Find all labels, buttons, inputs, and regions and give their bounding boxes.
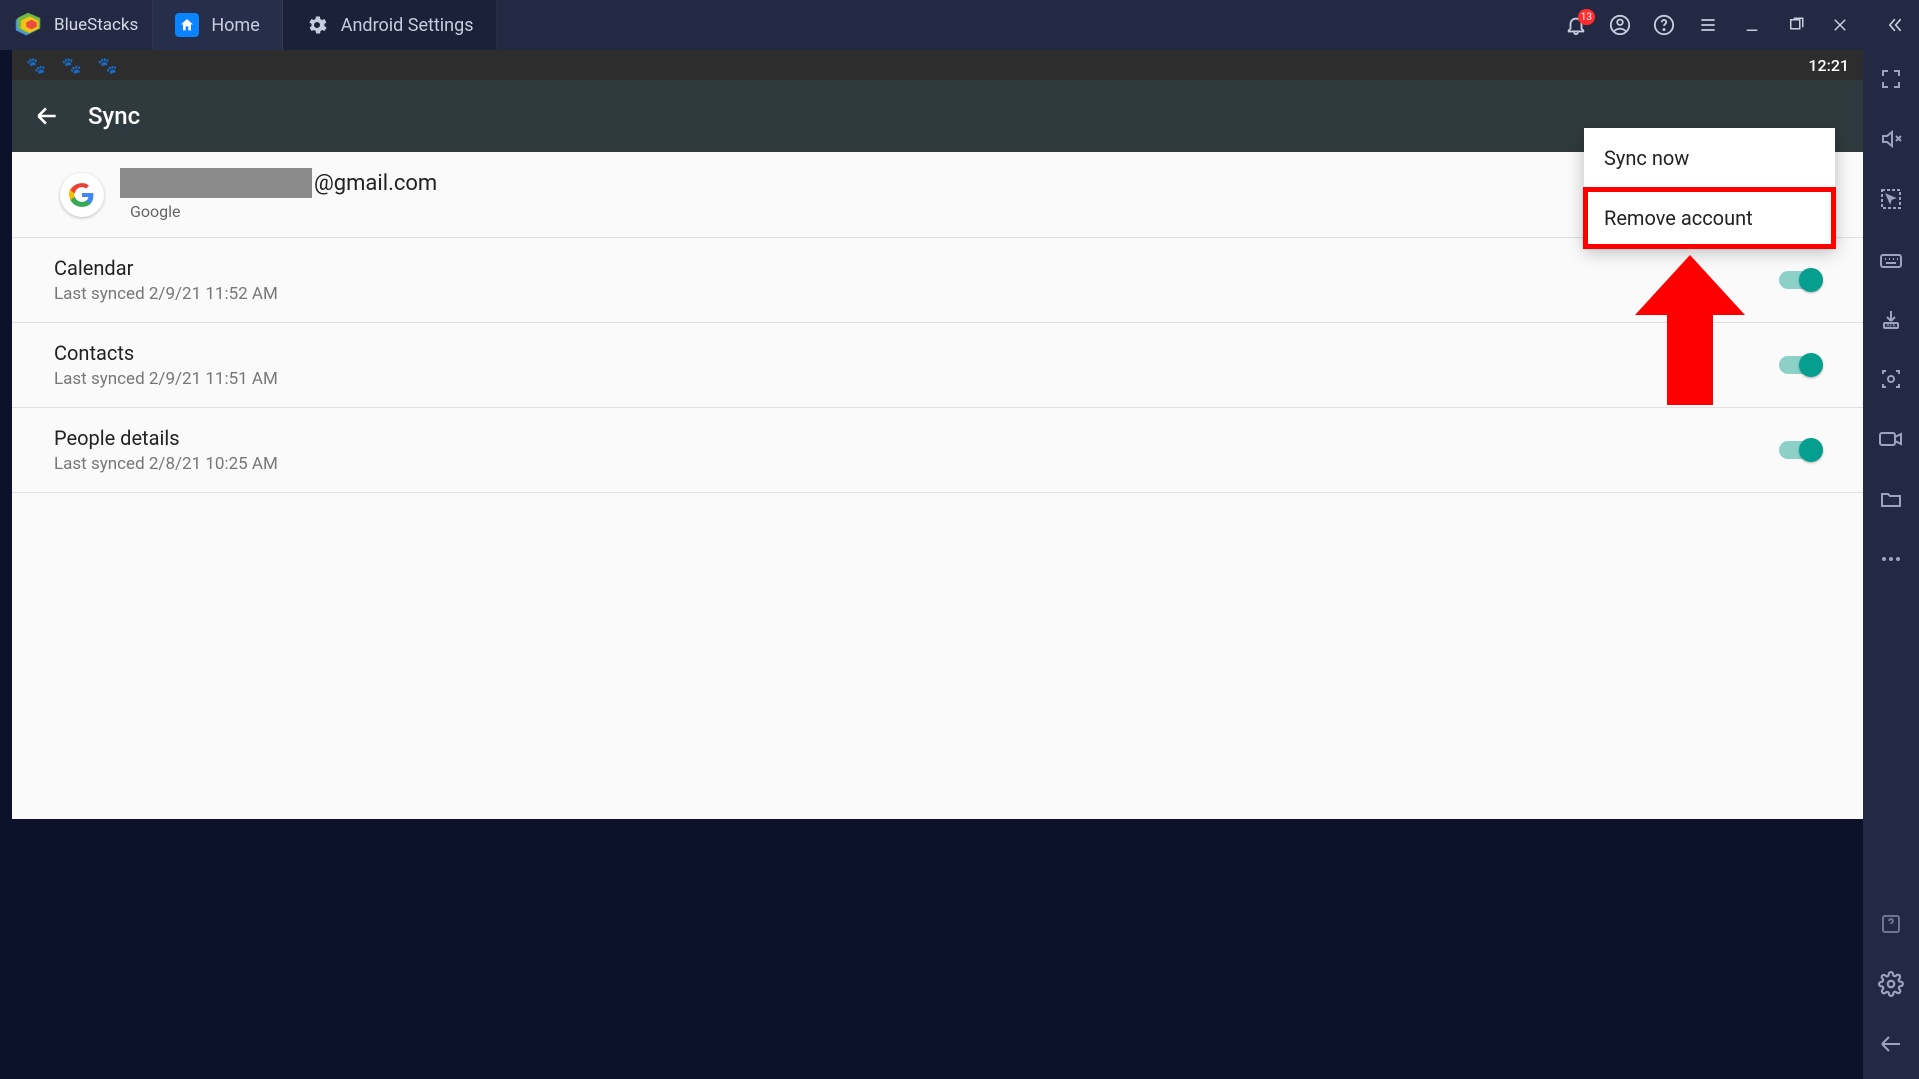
account-button[interactable]: [1607, 12, 1633, 38]
media-folder-button[interactable]: [1876, 484, 1906, 514]
volume-mute-button[interactable]: [1876, 124, 1906, 154]
status-time: 12:21: [1808, 56, 1849, 75]
menu-button[interactable]: [1695, 12, 1721, 38]
sync-title: Calendar: [54, 256, 1779, 280]
guide-button[interactable]: [1876, 909, 1906, 939]
google-logo-icon: [60, 173, 104, 217]
maximize-button[interactable]: [1783, 12, 1809, 38]
sync-toggle-contacts[interactable]: [1779, 356, 1821, 374]
account-options-menu: Sync now Remove account: [1584, 128, 1835, 248]
paw-icon: 🐾: [26, 56, 46, 75]
keyboard-controls-button[interactable]: [1876, 244, 1906, 274]
fullscreen-button[interactable]: [1876, 64, 1906, 94]
screenshot-button[interactable]: [1876, 364, 1906, 394]
gear-icon: [305, 13, 329, 37]
tab-android-settings-label: Android Settings: [341, 15, 474, 36]
sync-subtitle: Last synced 2/8/21 10:25 AM: [54, 454, 1779, 474]
paw-icon: 🐾: [62, 56, 82, 75]
sync-row-people-details[interactable]: People details Last synced 2/8/21 10:25 …: [12, 408, 1863, 493]
android-status-bar: 🐾 🐾 🐾 12:21: [12, 50, 1863, 80]
install-apk-button[interactable]: APK: [1876, 304, 1906, 334]
sync-subtitle: Last synced 2/9/21 11:52 AM: [54, 284, 1779, 304]
account-provider: Google: [120, 202, 437, 221]
account-email: @gmail.com: [120, 168, 437, 198]
close-button[interactable]: [1827, 12, 1853, 38]
more-button[interactable]: [1876, 544, 1906, 574]
window-topbar: BlueStacks Home Android Settings 13: [0, 0, 1919, 50]
sync-title: People details: [54, 426, 1779, 450]
tab-home[interactable]: Home: [153, 0, 282, 50]
bluestacks-brand-label: BlueStacks: [54, 15, 138, 35]
minimize-button[interactable]: [1739, 12, 1765, 38]
sync-row-contacts[interactable]: Contacts Last synced 2/9/21 11:51 AM: [12, 323, 1863, 408]
emulator-workspace: 🐾 🐾 🐾 12:21 Sync @gmail.c: [12, 50, 1863, 819]
email-suffix: @gmail.com: [314, 171, 437, 196]
paw-icon: 🐾: [98, 56, 118, 75]
tab-android-settings[interactable]: Android Settings: [283, 0, 497, 50]
appbar-title: Sync: [88, 102, 140, 130]
bluestacks-logo-icon: [14, 11, 42, 39]
sync-toggle-calendar[interactable]: [1779, 271, 1821, 289]
sync-toggle-people-details[interactable]: [1779, 441, 1821, 459]
status-notification-icons: 🐾 🐾 🐾: [26, 56, 118, 75]
bluestacks-logo-tab[interactable]: BlueStacks: [0, 0, 153, 50]
notifications-button[interactable]: 13: [1563, 12, 1589, 38]
sync-subtitle: Last synced 2/9/21 11:51 AM: [54, 369, 1779, 389]
cursor-lock-button[interactable]: [1876, 184, 1906, 214]
side-toolbar: APK: [1863, 50, 1919, 1079]
menu-sync-now[interactable]: Sync now: [1584, 128, 1835, 188]
highlight-arrow-icon: [1635, 255, 1745, 405]
home-icon: [175, 13, 199, 37]
sync-title: Contacts: [54, 341, 1779, 365]
help-button[interactable]: [1651, 12, 1677, 38]
window-controls: 13: [1551, 0, 1919, 50]
android-back-button[interactable]: [1876, 1029, 1906, 1059]
settings-content: @gmail.com Google Calendar Last synced 2…: [12, 152, 1863, 819]
notification-count: 13: [1578, 9, 1595, 25]
sync-row-calendar[interactable]: Calendar Last synced 2/9/21 11:52 AM: [12, 238, 1863, 323]
back-arrow-icon[interactable]: [34, 103, 60, 129]
svg-text:APK: APK: [1886, 323, 1896, 329]
tab-home-label: Home: [211, 15, 259, 36]
redacted-email-user: [120, 168, 312, 198]
collapse-sidebar-button[interactable]: [1881, 12, 1907, 38]
menu-remove-account[interactable]: Remove account: [1584, 188, 1835, 248]
settings-button[interactable]: [1876, 969, 1906, 999]
record-video-button[interactable]: [1876, 424, 1906, 454]
